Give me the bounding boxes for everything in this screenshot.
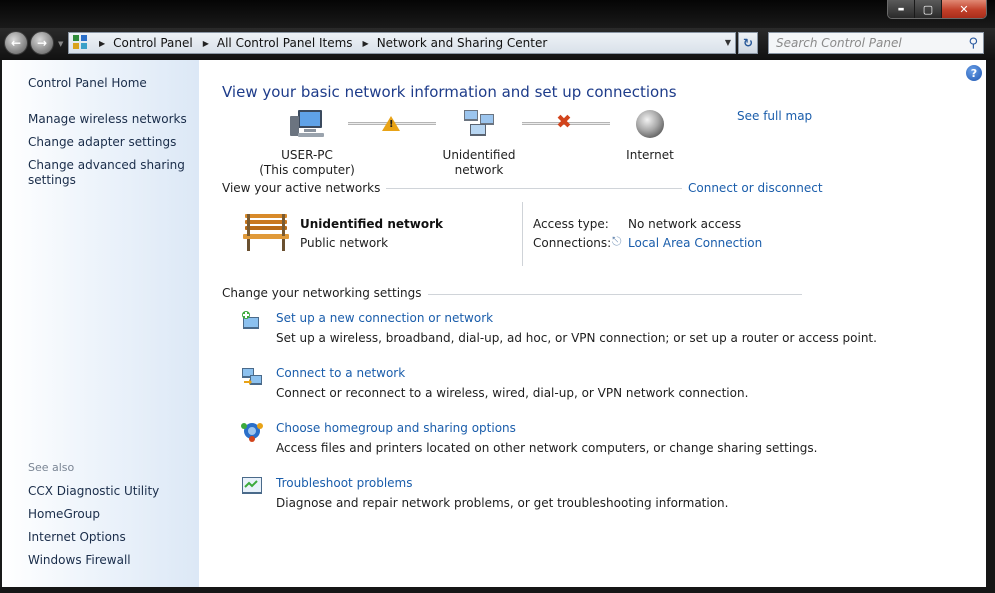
sidebar-manage-wireless[interactable]: Manage wireless networks: [28, 112, 188, 127]
computer-icon: [290, 110, 324, 137]
search-icon[interactable]: ⚲: [968, 36, 978, 51]
park-bench-icon: [243, 214, 289, 251]
connections-label: Connections:: [533, 236, 612, 250]
breadcrumb-separator-icon[interactable]: ▶: [99, 39, 105, 48]
recent-pages-dropdown-icon[interactable]: ▼: [58, 40, 63, 48]
access-type-value: No network access: [628, 217, 742, 231]
computer-name: USER-PC: [281, 148, 333, 162]
minimize-icon: ▬: [897, 5, 905, 13]
computer-subtitle: (This computer): [259, 163, 355, 177]
close-icon: ✕: [959, 2, 969, 16]
map-node-network[interactable]: Unidentified network: [418, 108, 540, 178]
homegroup-sharing-desc: Access files and printers located on oth…: [276, 441, 818, 455]
see-full-map-link[interactable]: See full map: [737, 109, 812, 123]
help-icon[interactable]: ?: [966, 65, 982, 81]
breadcrumb-network-sharing[interactable]: Network and Sharing Center: [377, 36, 548, 50]
connect-network-link[interactable]: Connect to a network: [276, 366, 405, 380]
troubleshoot-desc: Diagnose and repair network problems, or…: [276, 496, 729, 510]
page-title: View your basic network information and …: [222, 83, 677, 101]
address-dropdown-icon[interactable]: ▼: [725, 38, 731, 47]
search-box[interactable]: Search Control Panel ⚲: [768, 32, 984, 54]
back-button[interactable]: ←: [4, 31, 28, 55]
refresh-button[interactable]: ↻: [738, 32, 758, 54]
connect-network-desc: Connect or reconnect to a wireless, wire…: [276, 386, 749, 400]
map-node-internet[interactable]: Internet: [610, 108, 690, 163]
access-type-label: Access type:: [533, 217, 609, 231]
arrow-left-icon: ←: [10, 36, 22, 50]
internet-label: Internet: [626, 148, 674, 162]
vertical-divider: [522, 202, 523, 266]
sidebar-control-panel-home[interactable]: Control Panel Home: [28, 76, 188, 91]
breadcrumb-separator-icon[interactable]: ▶: [203, 39, 209, 48]
main-content: ? View your basic network information an…: [199, 60, 986, 587]
window-frame-bottom: [0, 587, 995, 593]
breadcrumb-control-panel[interactable]: Control Panel: [113, 36, 193, 50]
error-x-icon[interactable]: ✖: [556, 111, 572, 133]
active-network-name: Unidentified network: [300, 217, 443, 231]
breadcrumb-all-items[interactable]: All Control Panel Items: [217, 36, 353, 50]
control-panel-icon: [73, 35, 89, 51]
address-bar[interactable]: ▶ Control Panel ▶ All Control Panel Item…: [68, 32, 736, 54]
homegroup-icon: [241, 423, 263, 442]
networking-settings-label: Change your networking settings: [222, 286, 428, 300]
breadcrumb-separator-icon[interactable]: ▶: [363, 39, 369, 48]
setup-connection-link[interactable]: Set up a new connection or network: [276, 311, 493, 325]
sidebar-change-adapter[interactable]: Change adapter settings: [28, 135, 188, 150]
see-also-label: See also: [28, 461, 75, 474]
window-controls: ▬ ▢ ✕: [887, 0, 987, 19]
ethernet-icon: ⎋: [612, 234, 622, 248]
active-network-type[interactable]: Public network: [300, 236, 388, 250]
sidebar-change-advanced-sharing[interactable]: Change advanced sharing settings: [28, 158, 188, 188]
maximize-icon: ▢: [922, 2, 934, 16]
arrow-right-icon: →: [36, 36, 48, 50]
sidebar-homegroup[interactable]: HomeGroup: [28, 507, 188, 522]
new-connection-icon: [242, 311, 259, 329]
search-input[interactable]: Search Control Panel: [776, 36, 968, 50]
close-button[interactable]: ✕: [942, 0, 986, 18]
maximize-button[interactable]: ▢: [915, 0, 942, 18]
troubleshoot-link[interactable]: Troubleshoot problems: [276, 476, 412, 490]
sidebar-windows-firewall[interactable]: Windows Firewall: [28, 553, 188, 568]
network-icon: [464, 110, 494, 136]
setup-connection-desc: Set up a wireless, broadband, dial-up, a…: [276, 331, 877, 345]
map-node-computer[interactable]: USER-PC (This computer): [257, 108, 357, 178]
connect-disconnect-link[interactable]: Connect or disconnect: [682, 181, 823, 195]
window-frame-right: [986, 60, 995, 593]
refresh-icon: ↻: [742, 36, 754, 50]
active-networks-label: View your active networks: [222, 181, 387, 195]
sidebar-internet-options[interactable]: Internet Options: [28, 530, 188, 545]
troubleshoot-icon: [242, 477, 262, 494]
forward-button[interactable]: →: [30, 31, 54, 55]
navigation-bar: ← → ▼ ▶ Control Panel ▶ All Control Pane…: [0, 28, 995, 60]
sidebar-ccx-diagnostic[interactable]: CCX Diagnostic Utility: [28, 484, 188, 499]
local-area-connection-link[interactable]: Local Area Connection: [628, 236, 762, 250]
minimize-button[interactable]: ▬: [888, 0, 915, 18]
connect-network-icon: [242, 368, 262, 385]
homegroup-sharing-link[interactable]: Choose homegroup and sharing options: [276, 421, 516, 435]
sidebar: Control Panel Home Manage wireless netwo…: [2, 60, 199, 587]
title-bar: ▬ ▢ ✕: [0, 0, 995, 28]
globe-icon: [636, 110, 664, 138]
network-name: Unidentified network: [442, 148, 516, 177]
warning-icon[interactable]: !: [382, 116, 400, 131]
